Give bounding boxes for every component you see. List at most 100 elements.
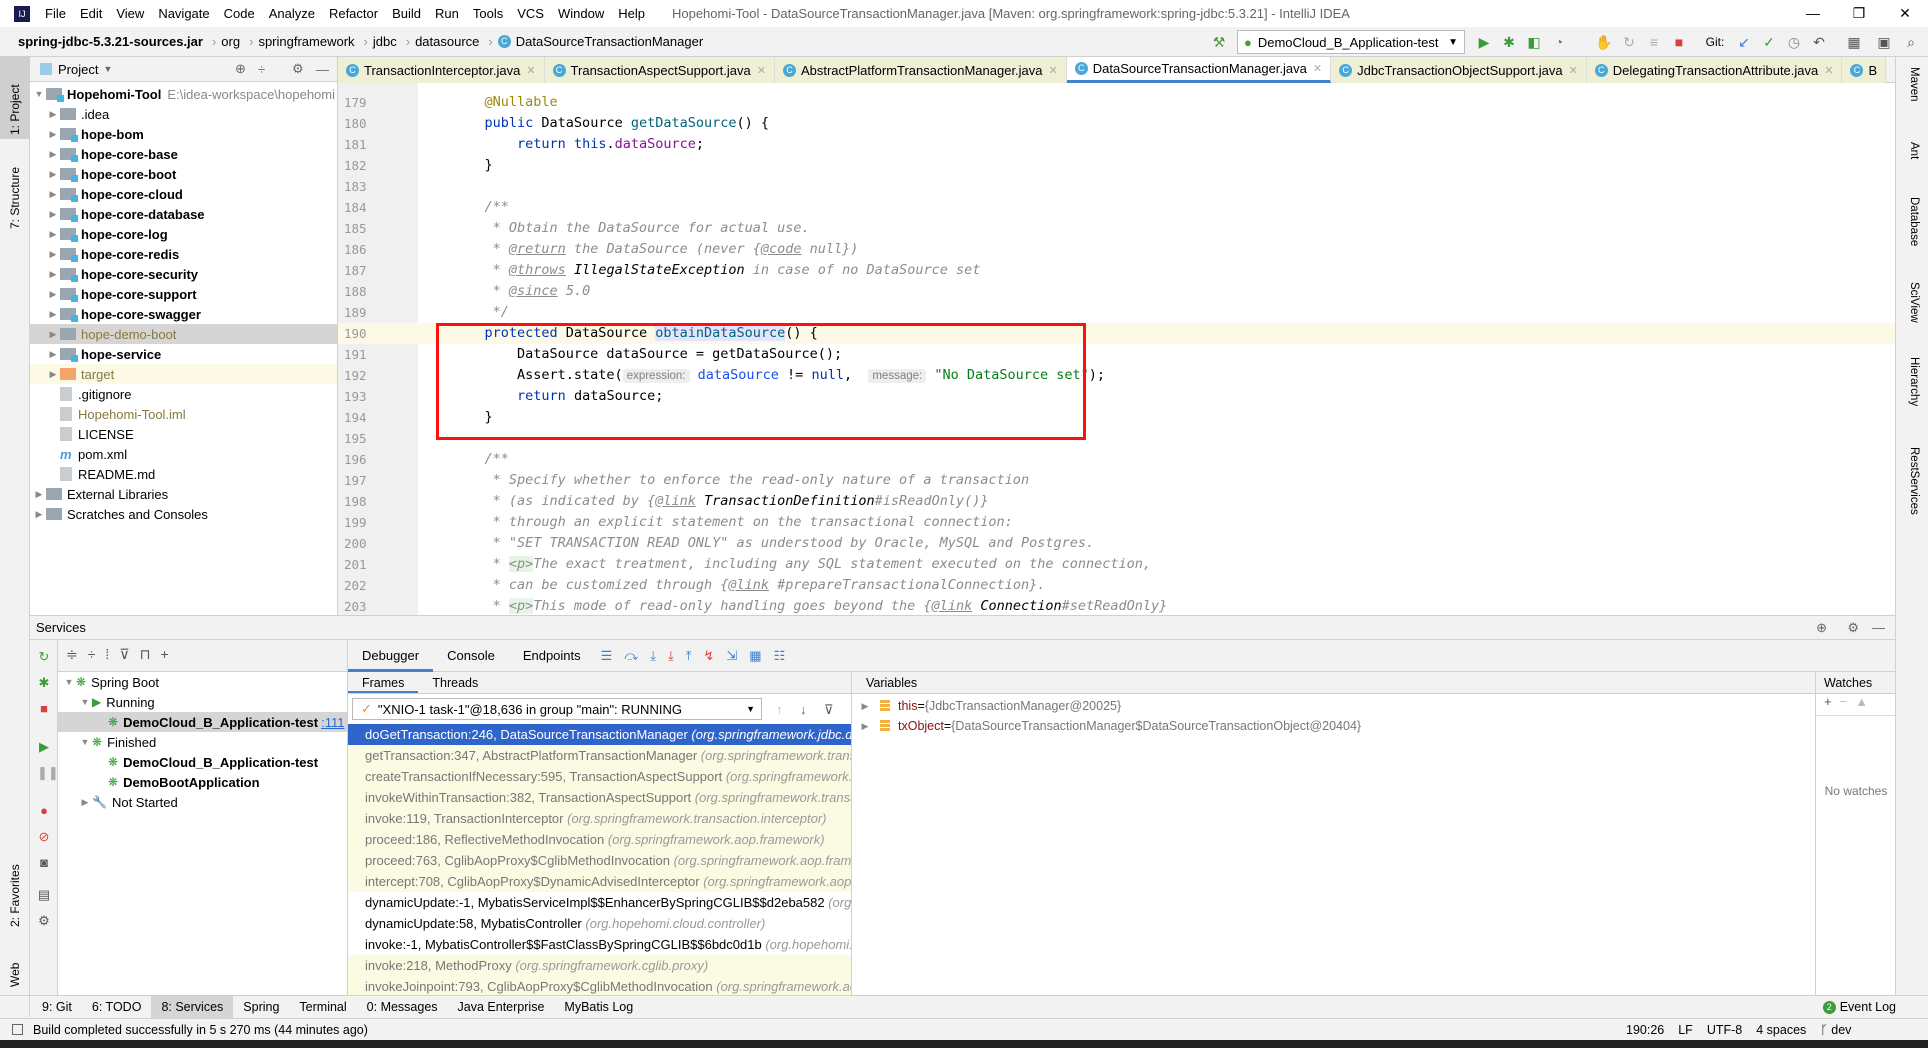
breadcrumb-item[interactable]: springframework	[258, 34, 358, 49]
stack-frame[interactable]: intercept:708, CglibAopProxy$DynamicAdvi…	[348, 871, 851, 892]
add-watch-icon[interactable]: +	[1824, 694, 1840, 709]
tree-item-hope-core-redis[interactable]: ▶ hope-core-redis	[30, 244, 337, 264]
expand-arrow-icon[interactable]: ▶	[46, 149, 60, 160]
expand-arrow-icon[interactable]: ▶	[46, 289, 60, 300]
expand-arrow-icon[interactable]: ▶	[46, 109, 60, 120]
favorites-tool-label[interactable]: 2: Favorites	[8, 864, 22, 927]
group-icon[interactable]: ⁞	[105, 646, 119, 662]
add-icon[interactable]: +	[161, 646, 179, 662]
tree-item-license[interactable]: LICENSE	[30, 424, 337, 444]
expand-arrow-icon[interactable]: ▶	[858, 721, 872, 732]
editor-tab[interactable]: C DataSourceTransactionManager.java ✕	[1066, 57, 1332, 83]
file-encoding[interactable]: UTF-8	[1707, 1023, 1742, 1037]
tree-item--idea[interactable]: ▶ .idea	[30, 104, 337, 124]
tool-tab-terminal[interactable]: Terminal	[289, 996, 356, 1019]
service-node[interactable]: ❋ DemoBootApplication	[58, 772, 347, 792]
menu-vcs[interactable]: VCS	[510, 6, 551, 21]
menu-window[interactable]: Window	[551, 6, 611, 21]
toggle-panels-icon[interactable]	[12, 1024, 23, 1035]
tree-item-hope-core-database[interactable]: ▶ hope-core-database	[30, 204, 337, 224]
code-editor[interactable]: 179 @Nullable 180 public DataSource getDa…	[338, 83, 1895, 615]
editor-tab[interactable]: C TransactionInterceptor.java ✕	[338, 57, 545, 83]
down-icon[interactable]: ↓	[800, 702, 807, 717]
tree-item-external-libraries[interactable]: ▶ External Libraries	[30, 484, 337, 504]
step-out-icon[interactable]: ⤒	[686, 648, 692, 664]
menu-help[interactable]: Help	[611, 6, 652, 21]
tree-item--gitignore[interactable]: .gitignore	[30, 384, 337, 404]
caret-position[interactable]: 190:26	[1626, 1023, 1664, 1037]
layout-icon[interactable]: ▤	[37, 888, 51, 902]
service-node[interactable]: ❋ DemoCloud_B_Application-test:111	[58, 712, 347, 732]
service-node[interactable]: ▼ ❋ Spring Boot	[58, 672, 347, 692]
run-icon[interactable]: ▶	[1475, 33, 1493, 51]
tree-item-hope-core-log[interactable]: ▶ hope-core-log	[30, 224, 337, 244]
tool-tab-git[interactable]: 9: Git	[32, 996, 82, 1019]
stop-icon[interactable]: ■	[1670, 33, 1688, 51]
pause-icon[interactable]: ❚❚	[37, 766, 59, 780]
database-tool-label[interactable]: Database	[1908, 197, 1920, 246]
gear-icon[interactable]: ⚙	[1847, 620, 1859, 636]
tree-item-hope-demo-boot[interactable]: ▶ hope-demo-boot	[30, 324, 337, 344]
expand-arrow-icon[interactable]: ▼	[62, 677, 76, 687]
expand-all-icon[interactable]: ≑	[66, 646, 88, 662]
step-into-icon[interactable]: ⤓	[650, 648, 656, 664]
debug-icon[interactable]: ✱	[37, 676, 51, 690]
tool-tab-services[interactable]: 8: Services	[151, 995, 234, 1019]
stack-frame[interactable]: invoke:119, TransactionInterceptor (org.…	[348, 808, 851, 829]
menu-file[interactable]: File	[38, 6, 73, 21]
menu-tools[interactable]: Tools	[466, 6, 510, 21]
close-tab-icon[interactable]: ✕	[1569, 64, 1578, 77]
stack-frame[interactable]: dynamicUpdate:-1, MybatisServiceImpl$$En…	[348, 892, 851, 913]
project-structure-icon[interactable]: ▦	[1845, 33, 1863, 51]
stack-frame[interactable]: invoke:218, MethodProxy (org.springframe…	[348, 955, 851, 976]
stop-icon[interactable]: ■	[37, 702, 51, 716]
breadcrumb-item[interactable]: datasource	[415, 34, 483, 49]
stack-frame[interactable]: dynamicUpdate:58, MybatisController (org…	[348, 913, 851, 934]
variable-row[interactable]: ▶ this = {JdbcTransactionManager@20025}	[852, 696, 1815, 716]
drop-frame-icon[interactable]: ↯	[703, 648, 714, 664]
project-view-select[interactable]: Project	[58, 62, 98, 77]
locate-icon[interactable]: ⊕	[235, 61, 246, 77]
git-history-icon[interactable]: ◷	[1785, 33, 1803, 51]
step-icon[interactable]: ≡	[1645, 33, 1663, 51]
remove-watch-icon[interactable]: −	[1840, 694, 1856, 709]
stack-frame[interactable]: getTransaction:347, AbstractPlatformTran…	[348, 745, 851, 766]
stack-frame[interactable]: invokeJoinpoint:793, CglibAopProxy$Cglib…	[348, 976, 851, 997]
profile-icon[interactable]: ◔	[1550, 33, 1568, 51]
filter-icon[interactable]: ⊽	[119, 646, 139, 662]
menu-code[interactable]: Code	[217, 6, 262, 21]
tree-item-hope-core-cloud[interactable]: ▶ hope-core-cloud	[30, 184, 337, 204]
tab-debugger[interactable]: Debugger	[348, 640, 434, 672]
tree-item-hope-core-support[interactable]: ▶ hope-core-support	[30, 284, 337, 304]
tree-item-hope-core-boot[interactable]: ▶ hope-core-boot	[30, 164, 337, 184]
sciview-tool-label[interactable]: SciView	[1908, 282, 1920, 323]
menu-run[interactable]: Run	[428, 6, 466, 21]
breadcrumb-item[interactable]: jdbc	[373, 34, 401, 49]
tab-console[interactable]: Console	[433, 640, 509, 672]
tree-item-hope-core-security[interactable]: ▶ hope-core-security	[30, 264, 337, 284]
tool-tab-todo[interactable]: 6: TODO	[82, 996, 152, 1019]
editor-tab[interactable]: C TransactionAspectSupport.java ✕	[544, 57, 775, 83]
debug-icon[interactable]: ✱	[1500, 33, 1518, 51]
collapse-icon[interactable]: ÷	[258, 62, 265, 77]
expand-arrow-icon[interactable]: ▶	[46, 209, 60, 220]
build-hammer-icon[interactable]: ⚒	[1210, 33, 1228, 51]
resume-icon[interactable]: ▶	[37, 740, 51, 754]
expand-arrow-icon[interactable]: ▶	[46, 309, 60, 320]
service-node[interactable]: ▼ ▶ Running	[58, 692, 347, 712]
tree-item-hope-core-swagger[interactable]: ▶ hope-core-swagger	[30, 304, 337, 324]
ant-tool-label[interactable]: Ant	[1908, 142, 1920, 159]
expand-arrow-icon[interactable]: ▶	[858, 701, 872, 712]
service-port-link[interactable]: :111	[321, 715, 344, 730]
stack-frame[interactable]: invokeWithinTransaction:382, Transaction…	[348, 787, 851, 808]
menu-edit[interactable]: Edit	[73, 6, 109, 21]
tool-tab-mybatis-log[interactable]: MyBatis Log	[554, 996, 643, 1019]
breadcrumb-item[interactable]: org	[221, 34, 244, 49]
hide-icon[interactable]: —	[316, 62, 329, 77]
close-tab-icon[interactable]: ✕	[1049, 64, 1058, 77]
rerun-icon[interactable]: ↻	[37, 650, 51, 664]
menu-analyze[interactable]: Analyze	[262, 6, 322, 21]
project-tool-label[interactable]: 1: Project	[8, 84, 22, 135]
git-rollback-icon[interactable]: ↶	[1810, 33, 1828, 51]
run-configuration-select[interactable]: ● DemoCloud_B_Application-test ▼	[1237, 30, 1465, 54]
